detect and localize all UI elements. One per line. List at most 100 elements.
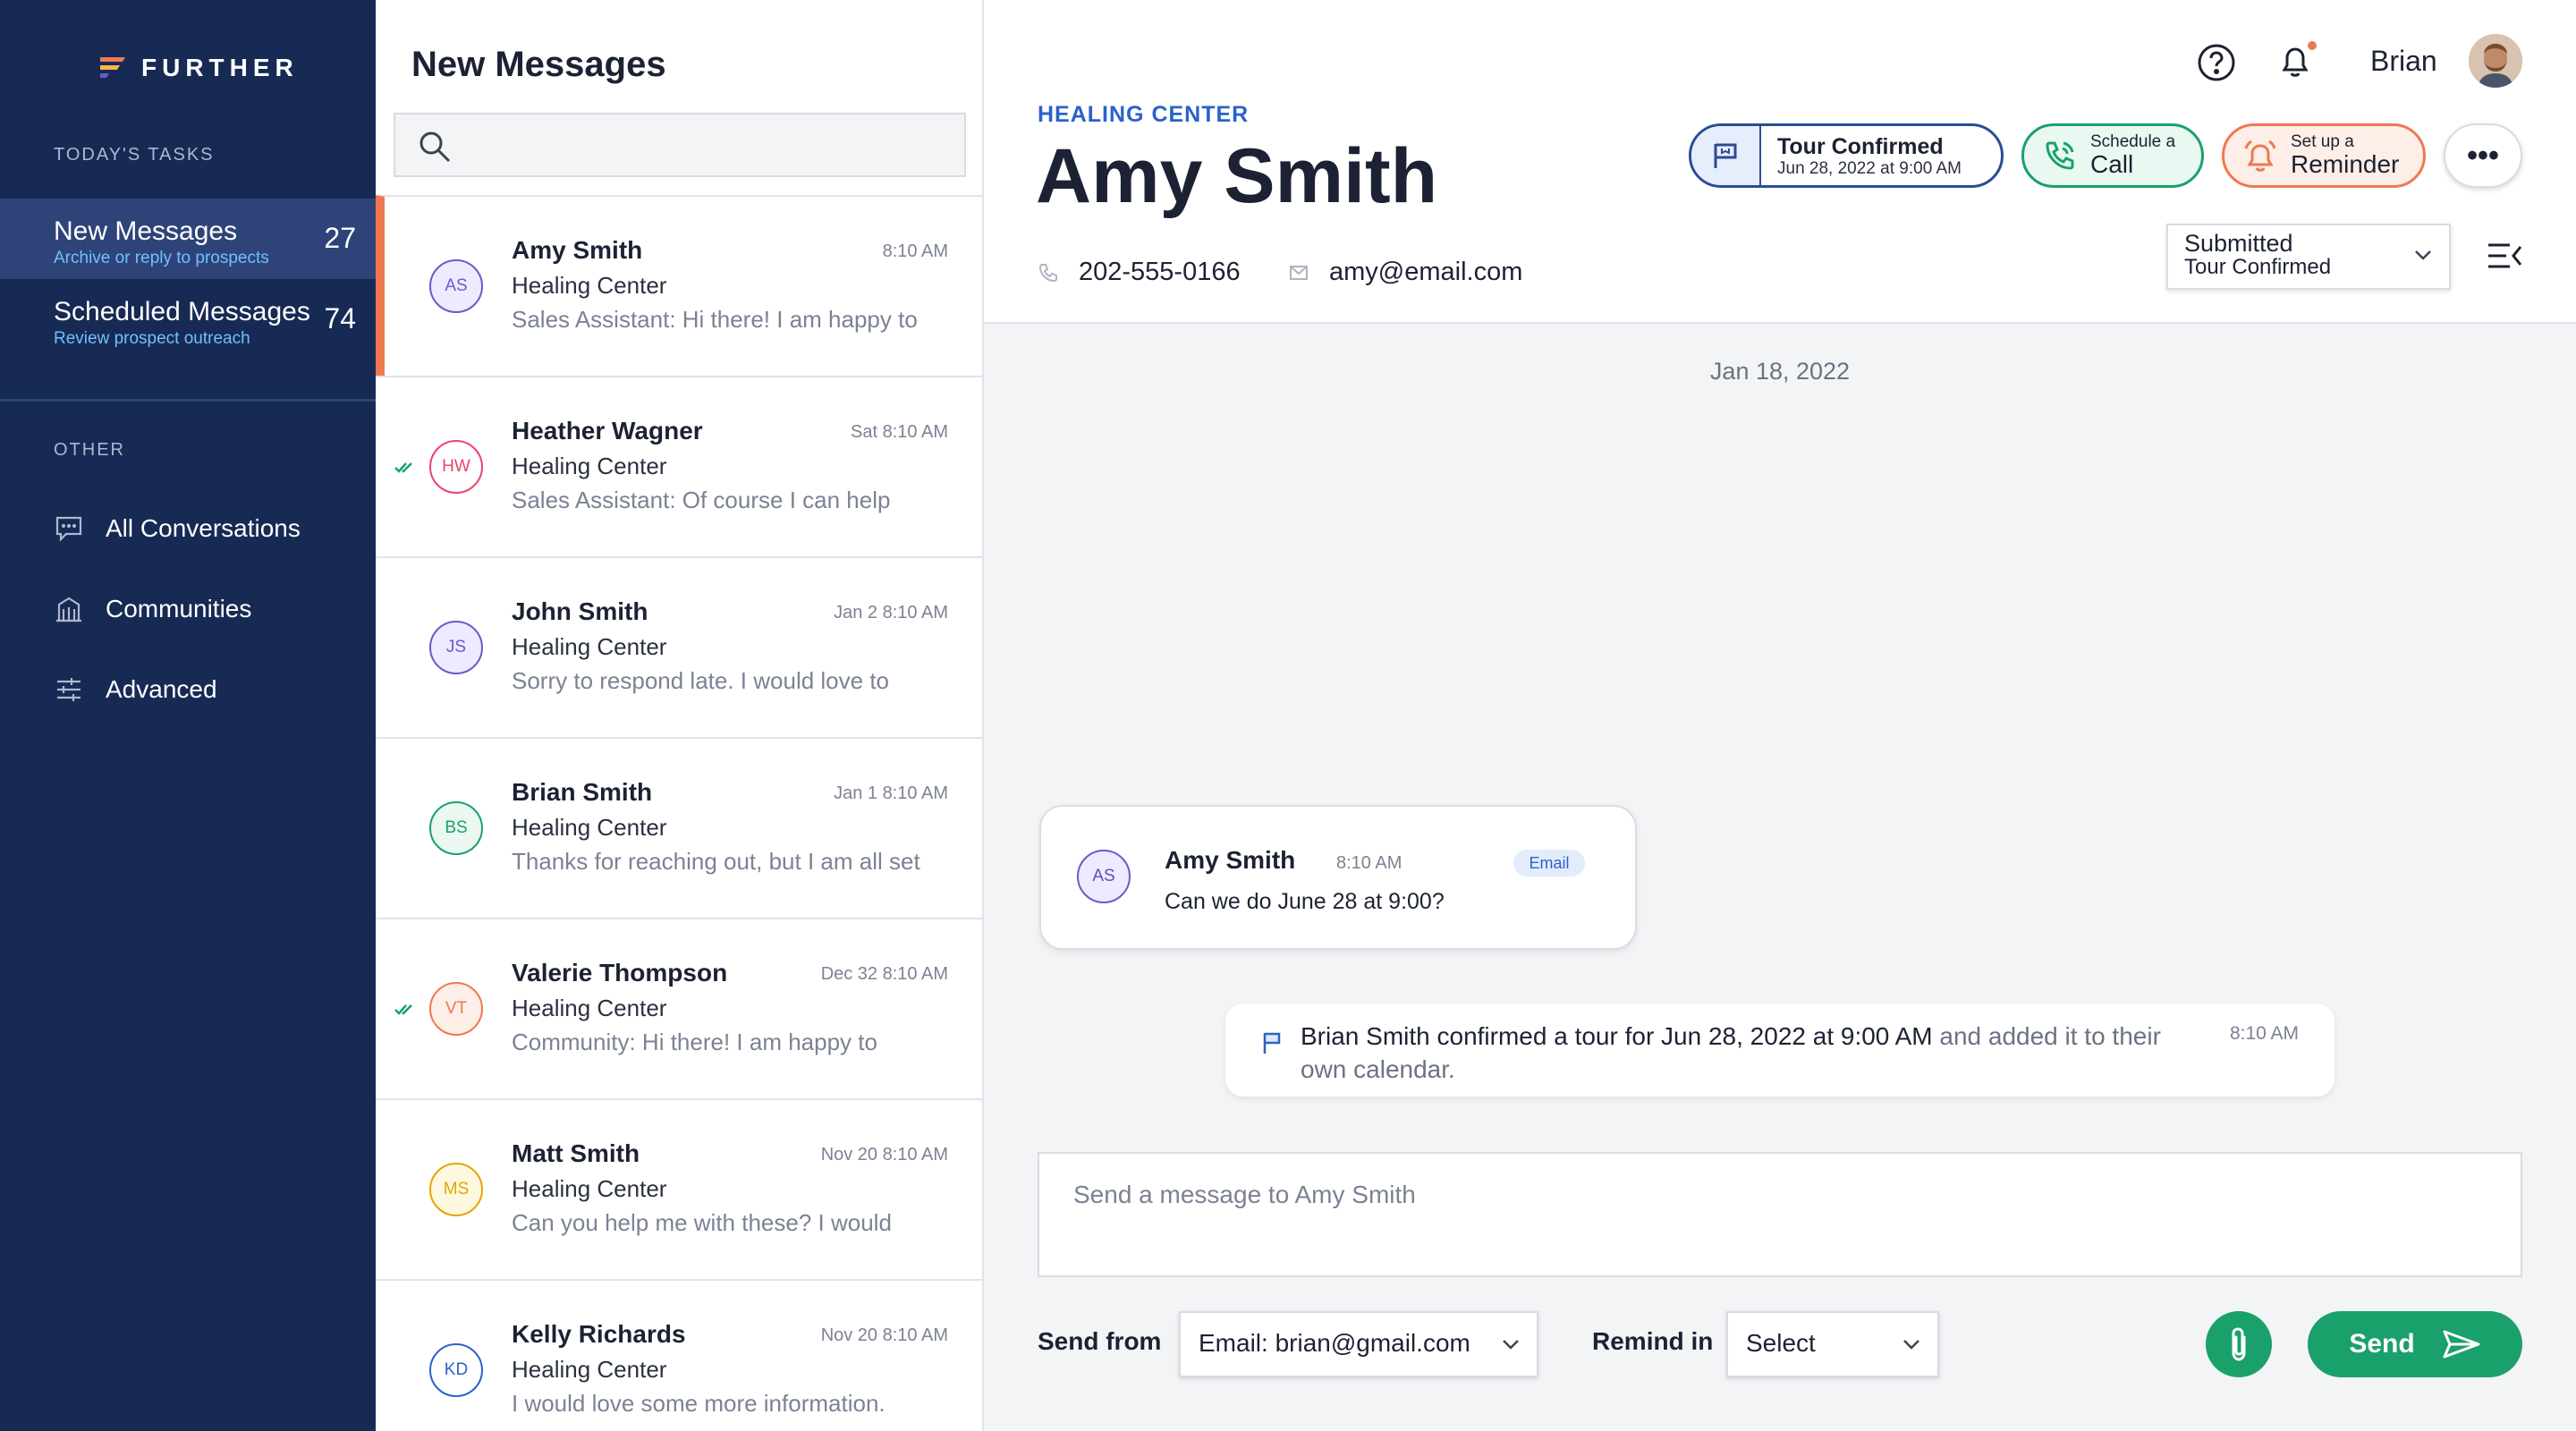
message-preview: I would love some more information. bbox=[512, 1390, 886, 1417]
more-options-button[interactable]: ••• bbox=[2444, 123, 2522, 188]
attach-button[interactable] bbox=[2206, 1311, 2272, 1377]
sidebar-divider bbox=[0, 399, 376, 402]
phone-icon bbox=[1038, 263, 1057, 282]
search-icon bbox=[419, 131, 451, 163]
send-arrow-icon bbox=[2443, 1330, 2480, 1359]
phone-number: 202-555-0166 bbox=[1079, 258, 1241, 286]
community-name: Healing Center bbox=[512, 633, 667, 660]
avatar: KD bbox=[429, 1343, 483, 1397]
contact-phone[interactable]: 202-555-0166 bbox=[1038, 258, 1241, 287]
date-separator: Jan 18, 2022 bbox=[1709, 358, 1851, 385]
notification-dot bbox=[2308, 41, 2317, 50]
community-name: Healing Center bbox=[512, 453, 667, 479]
send-from-label: Send from bbox=[1038, 1327, 1162, 1355]
send-from-select[interactable]: Email: brian@gmail.com bbox=[1179, 1311, 1538, 1377]
task-new-messages[interactable]: New Messages Archive or reply to prospec… bbox=[0, 199, 376, 279]
message-time: 8:10 AM bbox=[882, 241, 948, 261]
nav-label: Communities bbox=[106, 595, 252, 622]
other-heading: OTHER bbox=[54, 440, 125, 460]
list-item[interactable]: JS John Smith Jan 2 8:10 AM Healing Center S… bbox=[376, 556, 982, 737]
list-item[interactable]: AS Amy Smith 8:10 AM Healing Center Sales As… bbox=[376, 195, 982, 376]
task-title: Scheduled Messages bbox=[54, 297, 310, 326]
contact-header: HEALING CENTER Amy Smith 202-555-0166 am… bbox=[984, 0, 2576, 324]
further-logo-icon bbox=[100, 57, 125, 78]
task-count: 27 bbox=[324, 222, 356, 254]
message-composer[interactable] bbox=[1038, 1152, 2522, 1277]
reminder-pill-small: Set up a bbox=[2291, 132, 2354, 151]
phone-call-icon bbox=[2046, 141, 2074, 170]
list-item[interactable]: MS Matt Smith Nov 20 8:10 AM Healing Center… bbox=[376, 1098, 982, 1279]
message-preview: Sales Assistant: Hi there! I am happy to bbox=[512, 306, 918, 333]
brand-logo[interactable]: FURTHER bbox=[97, 52, 299, 84]
list-title: New Messages bbox=[411, 45, 666, 84]
message-time: Dec 32 8:10 AM bbox=[820, 964, 948, 984]
nav-advanced[interactable]: Advanced bbox=[54, 674, 217, 705]
avatar: VT bbox=[429, 982, 483, 1036]
send-button[interactable]: Send bbox=[2308, 1311, 2522, 1377]
read-check-icon bbox=[394, 462, 412, 473]
tour-event-notice: Brian Smith confirmed a tour for Jun 28,… bbox=[1225, 1003, 2334, 1097]
list-item[interactable]: VT Valerie Thompson Dec 32 8:10 AM Healing … bbox=[376, 918, 982, 1098]
incoming-message: AS Amy Smith 8:10 AM Email Can we do Jun… bbox=[1039, 805, 1637, 950]
contact-name: Matt Smith bbox=[512, 1139, 640, 1167]
community-name: Healing Center bbox=[512, 272, 667, 299]
call-pill-small: Schedule a bbox=[2090, 132, 2176, 151]
sidebar: FURTHER TODAY'S TASKS New Messages Archi… bbox=[0, 0, 376, 1431]
contact-email[interactable]: amy@email.com bbox=[1288, 258, 1522, 287]
message-preview: Can you help me with these? I would bbox=[512, 1209, 892, 1236]
chevron-down-icon bbox=[2415, 250, 2431, 260]
tour-confirmed-pill[interactable]: Tour Confirmed Jun 28, 2022 at 9:00 AM bbox=[1689, 123, 2004, 188]
nav-communities[interactable]: Communities bbox=[54, 594, 251, 624]
message-preview: Sales Assistant: Of course I can help bbox=[512, 487, 891, 513]
read-check-icon bbox=[394, 1004, 412, 1015]
email-address: amy@email.com bbox=[1329, 258, 1523, 286]
nav-all-conversations[interactable]: All Conversations bbox=[54, 513, 301, 544]
message-time: Nov 20 8:10 AM bbox=[820, 1325, 948, 1345]
help-icon[interactable] bbox=[2197, 43, 2236, 82]
flag-icon bbox=[1714, 143, 1737, 168]
more-icon: ••• bbox=[2467, 138, 2499, 173]
avatar: MS bbox=[429, 1163, 483, 1216]
message-input[interactable] bbox=[1039, 1154, 2521, 1275]
task-scheduled-messages[interactable]: Scheduled Messages Review prospect outre… bbox=[0, 279, 376, 360]
community-name: Healing Center bbox=[512, 1356, 667, 1383]
channel-badge: Email bbox=[1513, 850, 1585, 876]
message-preview: Sorry to respond late. I would love to bbox=[512, 667, 890, 694]
status-dropdown[interactable]: Submitted Tour Confirmed bbox=[2166, 224, 2451, 290]
task-subtitle: Review prospect outreach bbox=[54, 329, 250, 348]
set-reminder-button[interactable]: Set up a Reminder bbox=[2222, 123, 2426, 188]
remind-in-select[interactable]: Select bbox=[1726, 1311, 1939, 1377]
message-time: 8:10 AM bbox=[1336, 853, 1402, 873]
message-preview: Thanks for reaching out, but I am all se… bbox=[512, 848, 920, 875]
community-name: Healing Center bbox=[512, 1175, 667, 1202]
sliders-icon bbox=[57, 678, 80, 701]
search-input[interactable] bbox=[467, 123, 950, 168]
task-title: New Messages bbox=[54, 216, 238, 246]
notifications-button[interactable] bbox=[2275, 41, 2317, 82]
message-preview: Community: Hi there! I am happy to bbox=[512, 1029, 877, 1055]
event-main: Brian Smith confirmed a tour for Jun 28,… bbox=[1301, 1022, 1933, 1050]
remind-in-label: Remind in bbox=[1592, 1327, 1714, 1355]
remind-in-value: Select bbox=[1746, 1329, 1816, 1357]
status-line-2: Tour Confirmed bbox=[2184, 255, 2332, 279]
task-count: 74 bbox=[324, 302, 356, 334]
message-sender: Amy Smith bbox=[1165, 846, 1296, 874]
list-item[interactable]: BS Brian Smith Jan 1 8:10 AM Healing Center… bbox=[376, 737, 982, 918]
task-subtitle: Archive or reply to prospects bbox=[54, 249, 269, 267]
status-line-1: Submitted bbox=[2184, 230, 2293, 257]
collapse-panel-icon[interactable] bbox=[2487, 240, 2522, 272]
paperclip-icon bbox=[2232, 1327, 2246, 1361]
message-text: Can we do June 28 at 9:00? bbox=[1165, 889, 1445, 914]
nav-label: All Conversations bbox=[106, 514, 301, 542]
tour-pill-title: Tour Confirmed bbox=[1777, 134, 1944, 159]
call-pill-big: Call bbox=[2090, 150, 2134, 178]
schedule-call-button[interactable]: Schedule a Call bbox=[2021, 123, 2204, 188]
list-item[interactable]: KD Kelly Richards Nov 20 8:10 AM Healing Ce… bbox=[376, 1279, 982, 1431]
user-name[interactable]: Brian bbox=[2370, 45, 2437, 78]
avatar[interactable] bbox=[2469, 34, 2522, 88]
contact-name: Kelly Richards bbox=[512, 1320, 686, 1348]
list-item[interactable]: HW Heather Wagner Sat 8:10 AM Healing Cente… bbox=[376, 376, 982, 556]
message-time: Sat 8:10 AM bbox=[851, 422, 948, 442]
search-box[interactable] bbox=[394, 113, 966, 177]
avatar: JS bbox=[429, 621, 483, 674]
